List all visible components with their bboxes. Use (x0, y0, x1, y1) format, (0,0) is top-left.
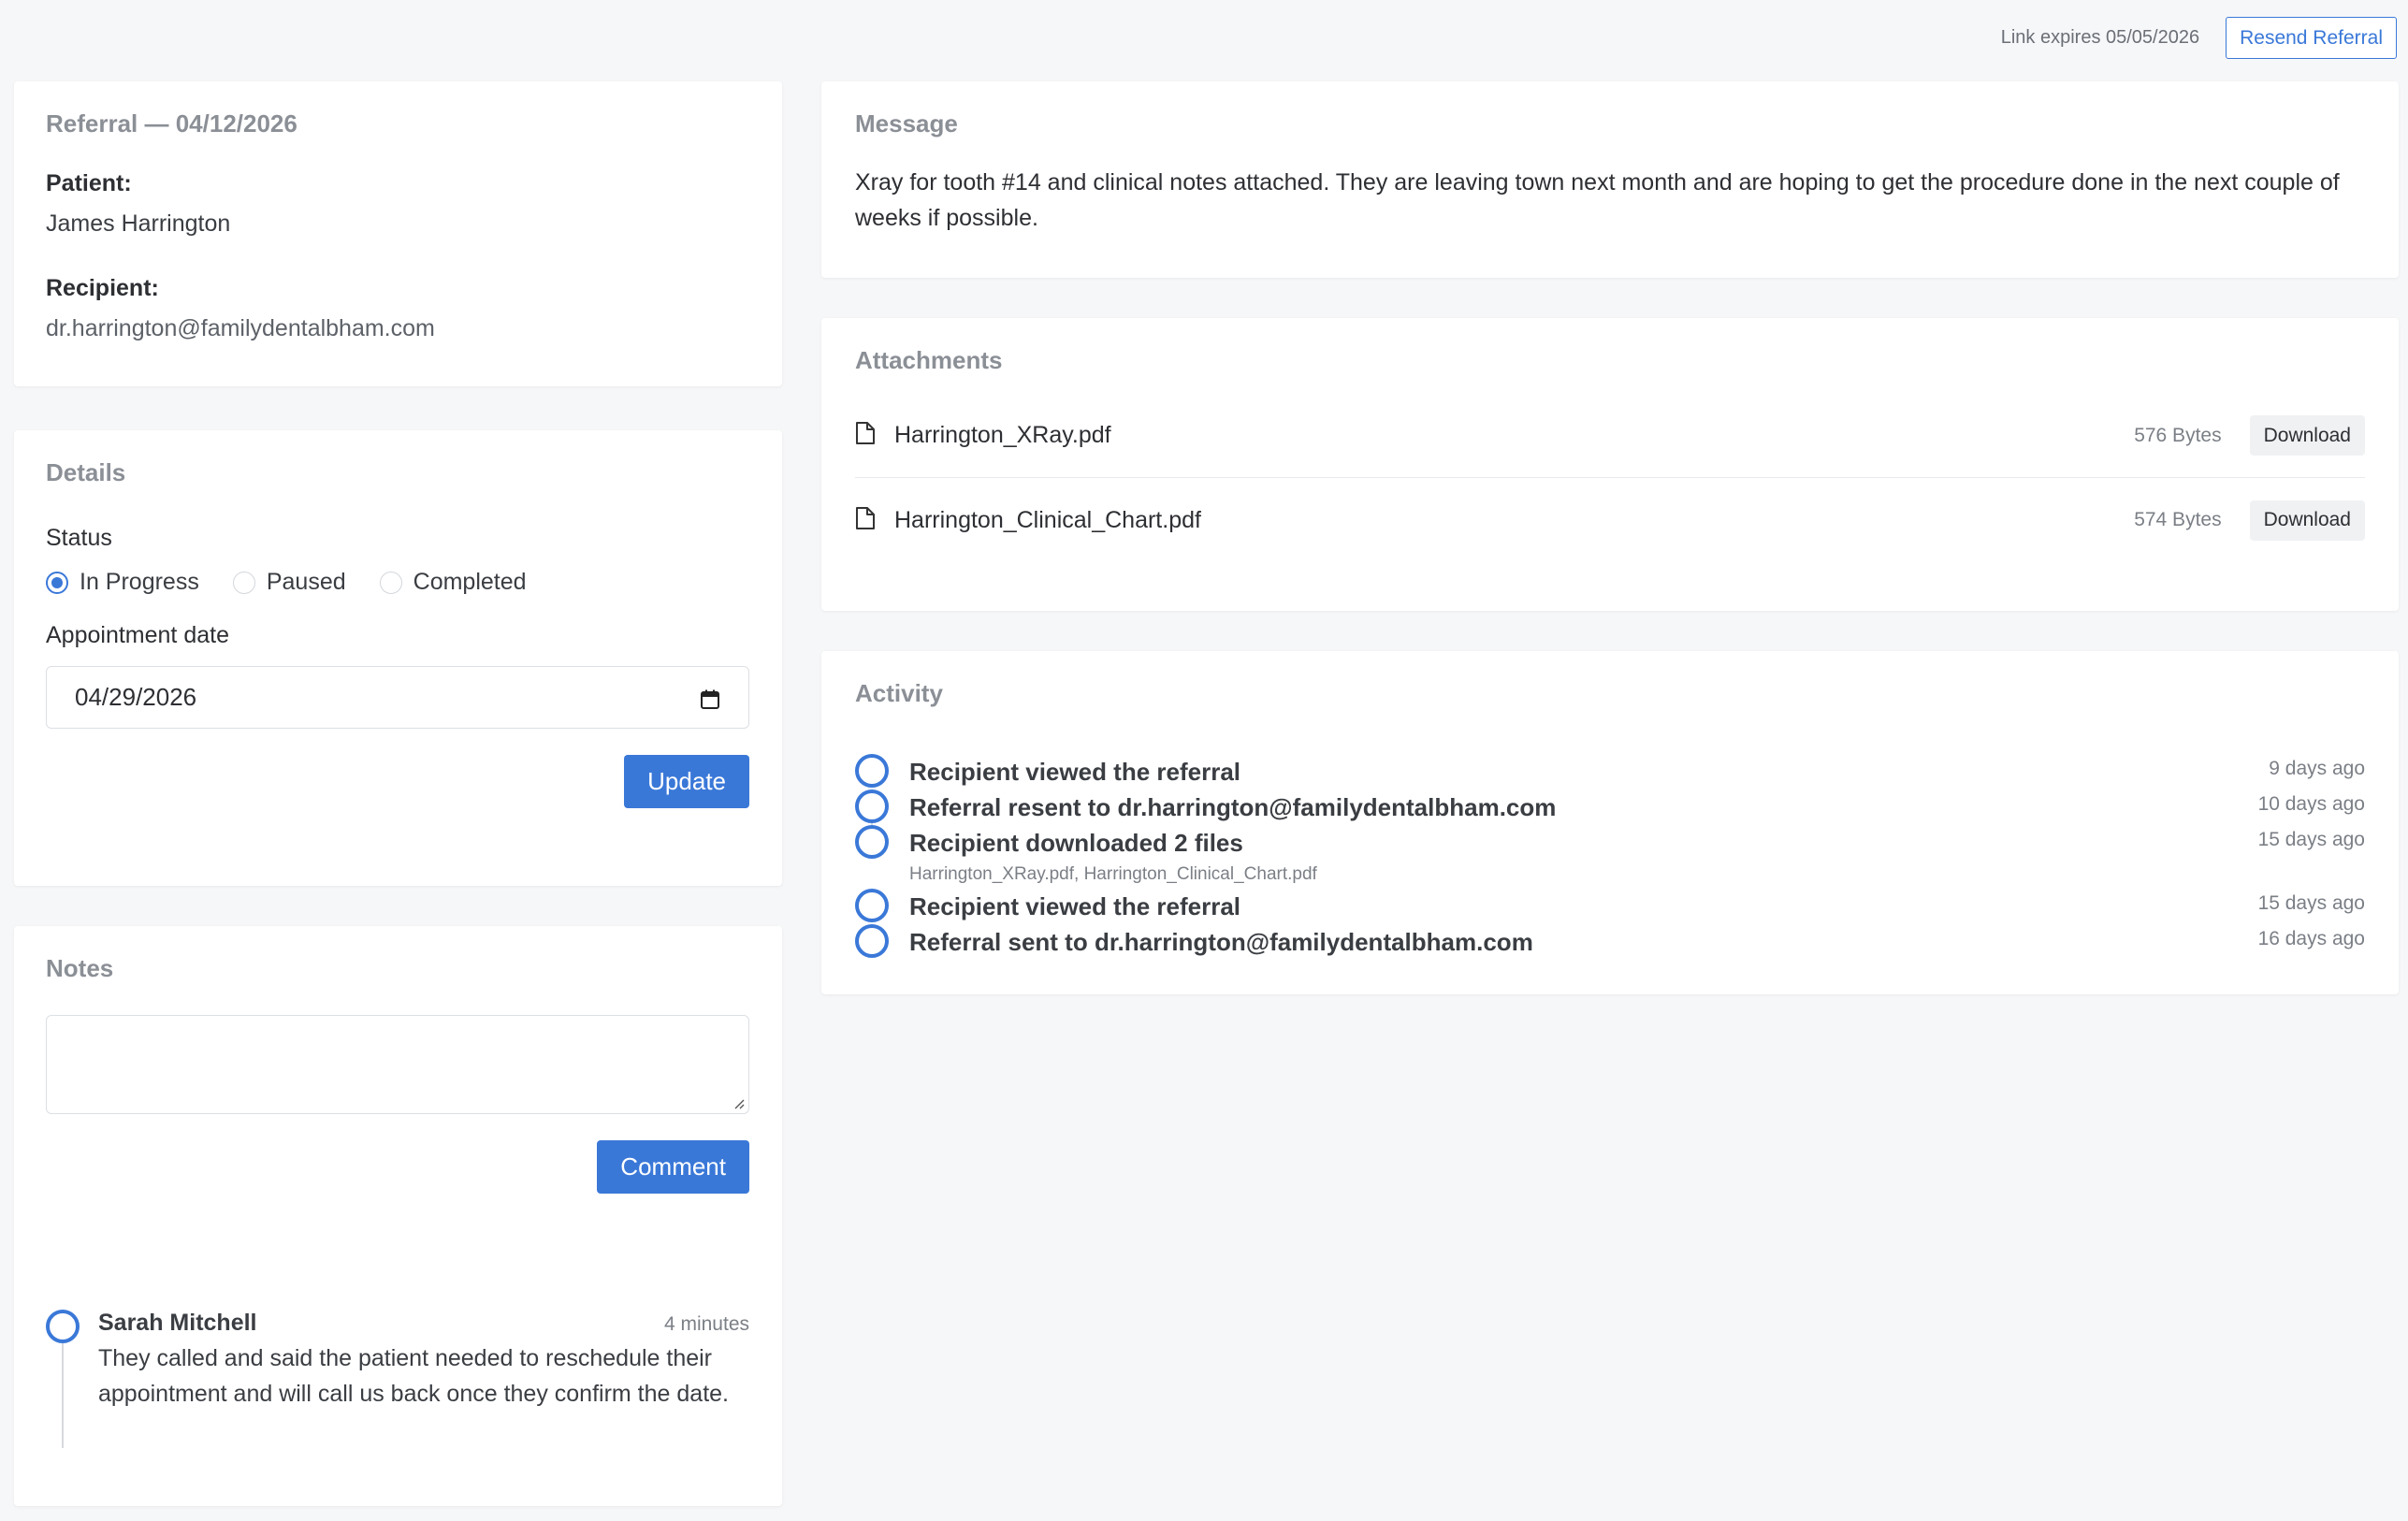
status-option-paused[interactable]: Paused (232, 569, 346, 596)
timeline-line (62, 1343, 64, 1448)
status-label: Status (46, 525, 112, 551)
download-button[interactable]: Download (2249, 415, 2365, 456)
download-button[interactable]: Download (2249, 500, 2365, 541)
attachment-row: Harrington_Clinical_Chart.pdf 574 Bytes … (855, 478, 2365, 562)
appointment-date-input[interactable]: 04/29/2026 (46, 666, 749, 729)
status-option-in-progress[interactable]: In Progress (46, 569, 199, 596)
comment-button[interactable]: Comment (597, 1140, 749, 1194)
note-time: 4 minutes (663, 1313, 749, 1335)
resend-referral-button[interactable]: Resend Referral (2226, 17, 2397, 59)
recipient-label: Recipient: (46, 275, 159, 301)
attachments-card: Attachments Harrington_XRay.pdf 576 Byte… (821, 318, 2399, 611)
radio-unchecked-icon[interactable] (379, 571, 402, 594)
activity-text: Referral resent to dr.harrington@familyd… (909, 793, 1557, 821)
attachment-name[interactable]: Harrington_XRay.pdf (894, 422, 2134, 449)
activity-time: 9 days ago (2269, 758, 2365, 779)
attachment-row: Harrington_XRay.pdf 576 Bytes Download (855, 394, 2365, 478)
note-text: They called and said the patient needed … (98, 1345, 729, 1407)
appointment-date-value: 04/29/2026 (75, 683, 197, 711)
attachment-size: 574 Bytes (2134, 509, 2222, 530)
notes-title: Notes (46, 954, 114, 982)
activity-text: Recipient downloaded 2 files (909, 829, 1243, 857)
activity-time: 10 days ago (2257, 793, 2365, 815)
status-radio-group: In Progress Paused Completed (46, 569, 750, 596)
appointment-date-label: Appointment date (46, 622, 229, 648)
file-icon (855, 506, 876, 535)
activity-time: 15 days ago (2257, 892, 2365, 914)
activity-time: 15 days ago (2257, 829, 2365, 850)
status-option-label: Completed (413, 569, 527, 595)
timeline-dot-icon (46, 1310, 80, 1343)
activity-title: Activity (855, 679, 943, 707)
status-option-label: Paused (266, 569, 346, 595)
timeline-dot-icon (855, 889, 889, 922)
radio-checked-icon[interactable] (46, 571, 68, 594)
message-title: Message (855, 109, 958, 138)
activity-card: Activity Recipient viewed the referral 9… (821, 651, 2399, 994)
message-body: Xray for tooth #14 and clinical notes at… (855, 169, 2340, 231)
top-bar: Link expires 05/05/2026 Resend Referral (2001, 17, 2397, 59)
patient-name: James Harrington (46, 210, 231, 237)
timeline-dot-icon (855, 825, 889, 859)
note-author: Sarah Mitchell (98, 1310, 257, 1336)
timeline-dot-icon (855, 924, 889, 958)
update-button[interactable]: Update (624, 755, 749, 808)
file-icon (855, 421, 876, 450)
note-textarea[interactable] (46, 1015, 749, 1114)
activity-text: Recipient viewed the referral (909, 758, 1241, 786)
activity-text: Referral sent to dr.harrington@familyden… (909, 928, 1533, 956)
referral-title: Referral — 04/12/2026 (46, 109, 297, 138)
activity-time: 16 days ago (2257, 928, 2365, 949)
status-option-completed[interactable]: Completed (379, 569, 527, 596)
link-expiry-text: Link expires 05/05/2026 (2000, 27, 2200, 48)
resize-handle-icon[interactable] (733, 1098, 745, 1109)
attachment-size: 576 Bytes (2134, 424, 2222, 446)
timeline-dot-icon (855, 754, 889, 788)
activity-subtext: Harrington_XRay.pdf, Harrington_Clinical… (909, 864, 1317, 884)
recipient-email: dr.harrington@familydentalbham.com (46, 315, 435, 341)
radio-unchecked-icon[interactable] (232, 571, 255, 594)
status-option-label: In Progress (80, 569, 199, 595)
patient-label: Patient: (46, 170, 132, 196)
notes-card: Notes Comment Sarah Mitchell 4 minutes T… (14, 926, 782, 1506)
activity-text: Recipient viewed the referral (909, 892, 1241, 920)
attachment-name[interactable]: Harrington_Clinical_Chart.pdf (894, 507, 2134, 534)
details-title: Details (46, 458, 126, 486)
attachments-title: Attachments (855, 346, 1003, 374)
message-card: Message Xray for tooth #14 and clinical … (821, 81, 2399, 278)
details-card: Details Status In Progress Paused Comple… (14, 430, 782, 886)
note-entry: Sarah Mitchell 4 minutes They called and… (46, 1310, 749, 1448)
referral-card: Referral — 04/12/2026 Patient: James Har… (14, 81, 782, 386)
timeline-dot-icon (855, 789, 889, 823)
calendar-icon[interactable] (700, 688, 720, 709)
